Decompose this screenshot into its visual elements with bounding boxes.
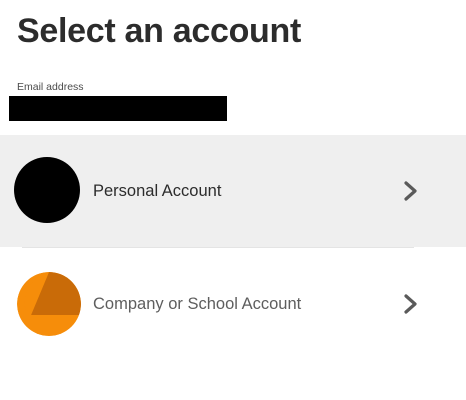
- email-address-value-redacted: [9, 96, 227, 121]
- email-address-label: Email address: [17, 81, 84, 93]
- personal-account-option[interactable]: Personal Account: [0, 135, 466, 247]
- personal-account-avatar: [14, 157, 80, 223]
- chevron-right-icon: [404, 294, 417, 314]
- company-or-school-account-option[interactable]: Company or School Account: [0, 248, 466, 360]
- company-account-avatar-icon: [17, 272, 81, 336]
- page-title: Select an account: [17, 12, 301, 50]
- company-account-label: Company or School Account: [93, 295, 302, 313]
- personal-account-label: Personal Account: [93, 182, 222, 200]
- account-picker-page: Select an account Email address Personal…: [0, 0, 466, 400]
- chevron-right-icon: [404, 181, 417, 201]
